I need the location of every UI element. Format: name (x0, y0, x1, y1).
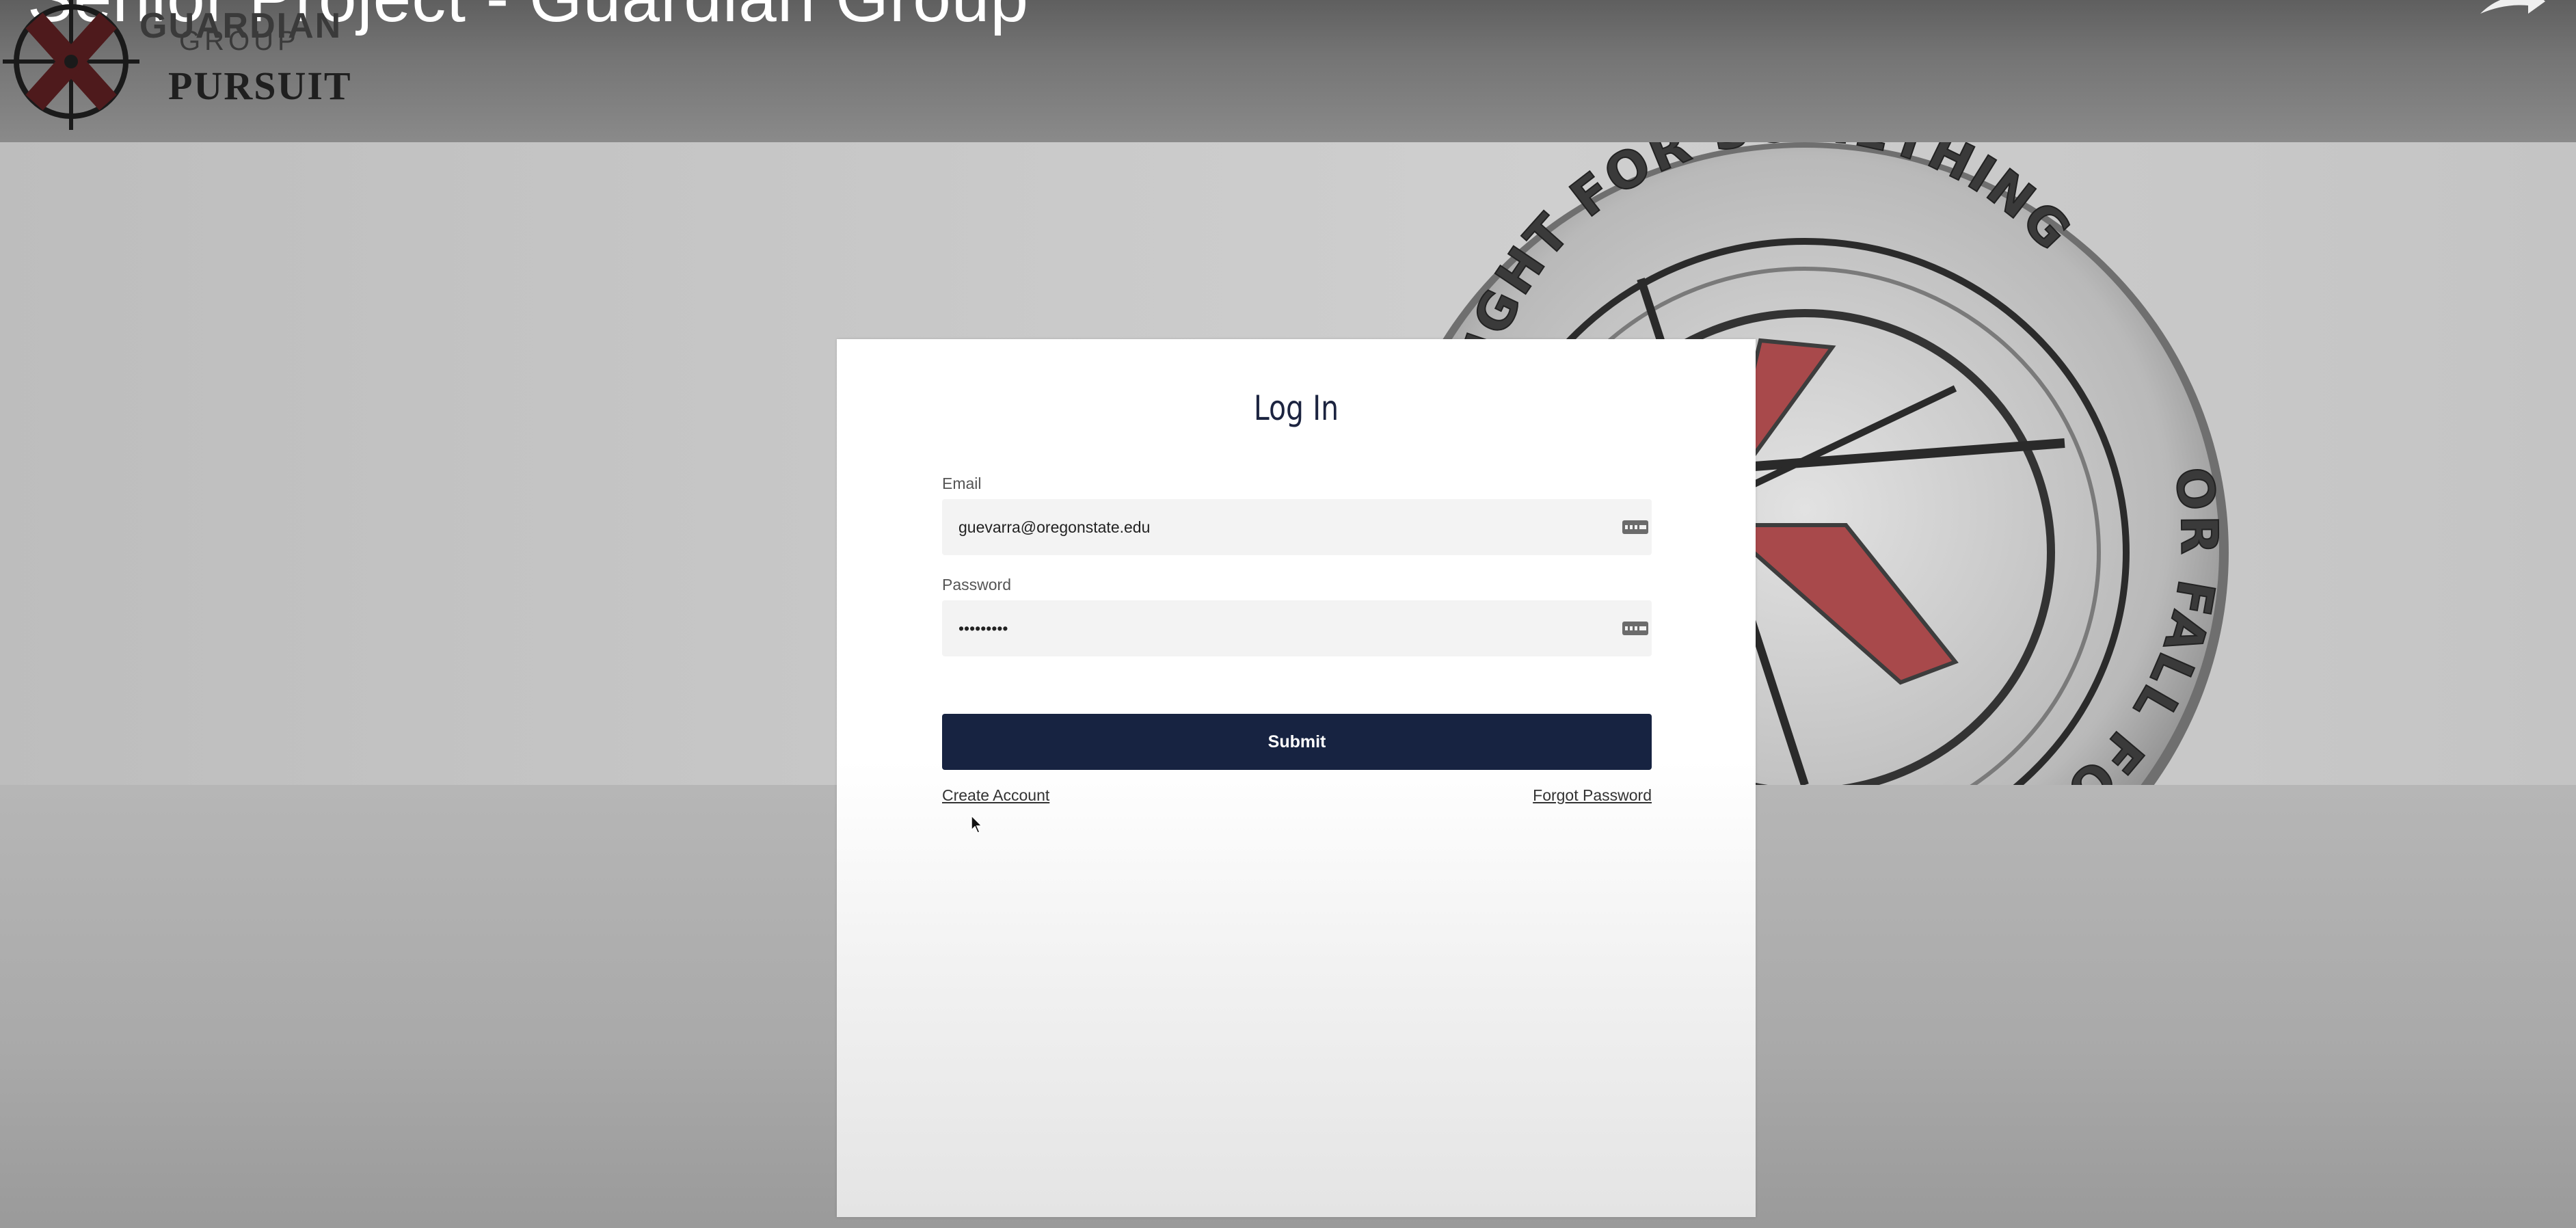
password-label: Password (942, 576, 1011, 593)
login-title: Log In (1253, 388, 1339, 428)
password-field[interactable]: ••••••••• (942, 600, 1652, 656)
email-field[interactable]: guevarra@oregonstate.edu (942, 499, 1652, 555)
password-manager-icon[interactable] (1622, 621, 1649, 636)
create-account-link[interactable]: Create Account (942, 786, 1049, 805)
crosshair-x-logo-icon (3, 0, 139, 130)
site-logo[interactable]: GUARDIAN GROUP PURSUIT (0, 0, 355, 137)
logo-text-group: GROUP (179, 26, 300, 56)
email-label: Email (942, 475, 982, 492)
logo-text-pursuit: PURSUIT (168, 64, 352, 108)
share-icon[interactable] (2473, 0, 2549, 21)
submit-button[interactable]: Submit (942, 714, 1652, 770)
mouse-cursor-icon (971, 815, 983, 833)
email-value[interactable]: guevarra@oregonstate.edu (958, 499, 1150, 555)
forgot-password-link[interactable]: Forgot Password (1533, 786, 1652, 805)
password-manager-icon[interactable] (1622, 520, 1649, 535)
login-card: Log In Email guevarra@oregonstate.edu Pa… (837, 339, 1756, 1217)
site-header: Senior Project - Guardian Group GUARDIAN… (0, 0, 2576, 142)
password-value[interactable]: ••••••••• (958, 600, 1008, 656)
